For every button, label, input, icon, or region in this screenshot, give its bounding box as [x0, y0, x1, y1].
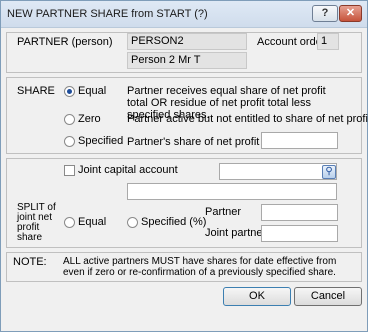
window-title: NEW PARTNER SHARE from START (?): [7, 8, 208, 20]
share-equal-radio[interactable]: [64, 86, 75, 97]
split-specified-label[interactable]: Specified (%): [141, 216, 206, 228]
split-equal-radio[interactable]: [64, 217, 75, 228]
account-order-field: 1: [317, 33, 339, 50]
share-specified-radio[interactable]: [64, 136, 75, 147]
partner-name-field: Person 2 Mr T: [127, 52, 247, 69]
cancel-button[interactable]: Cancel: [294, 287, 362, 306]
joint-capital-checkbox[interactable]: [64, 165, 75, 176]
title-bar: NEW PARTNER SHARE from START (?) ? ✕: [1, 1, 367, 28]
share-percent-input[interactable]: [261, 132, 338, 149]
share-equal-label[interactable]: Equal: [78, 85, 106, 97]
share-zero-label[interactable]: Zero: [78, 113, 101, 125]
note-label: NOTE:: [13, 256, 47, 268]
share-zero-description: Partner active but not entitled to share…: [127, 113, 368, 125]
split-specified-radio[interactable]: [127, 217, 138, 228]
capital-account-input[interactable]: [219, 163, 337, 180]
split-label: SPLIT of joint net profit share: [17, 202, 56, 243]
capital-description-input[interactable]: [127, 183, 337, 200]
ok-button[interactable]: OK: [223, 287, 291, 306]
help-button[interactable]: ?: [312, 5, 338, 22]
split-partner-label: Partner: [205, 206, 242, 218]
split-joint-partner-label: Joint partner: [205, 227, 267, 239]
share-zero-radio[interactable]: [64, 114, 75, 125]
note-text: ALL active partners MUST have shares for…: [63, 256, 337, 278]
share-label: SHARE: [17, 85, 55, 97]
close-button[interactable]: ✕: [339, 5, 362, 22]
split-joint-partner-input[interactable]: [261, 225, 338, 242]
partner-label: PARTNER (person): [17, 36, 113, 48]
account-order-label: Account order: [257, 36, 326, 48]
share-specified-description: Partner's share of net profit (%): [127, 136, 280, 148]
joint-capital-label[interactable]: Joint capital account: [78, 164, 178, 176]
split-partner-input[interactable]: [261, 204, 338, 221]
share-specified-label[interactable]: Specified: [78, 135, 123, 147]
split-equal-label[interactable]: Equal: [78, 216, 106, 228]
search-icon[interactable]: ⚲: [322, 165, 336, 179]
dialog-window: NEW PARTNER SHARE from START (?) ? ✕ PAR…: [0, 0, 368, 332]
partner-code-field: PERSON2: [127, 33, 247, 50]
